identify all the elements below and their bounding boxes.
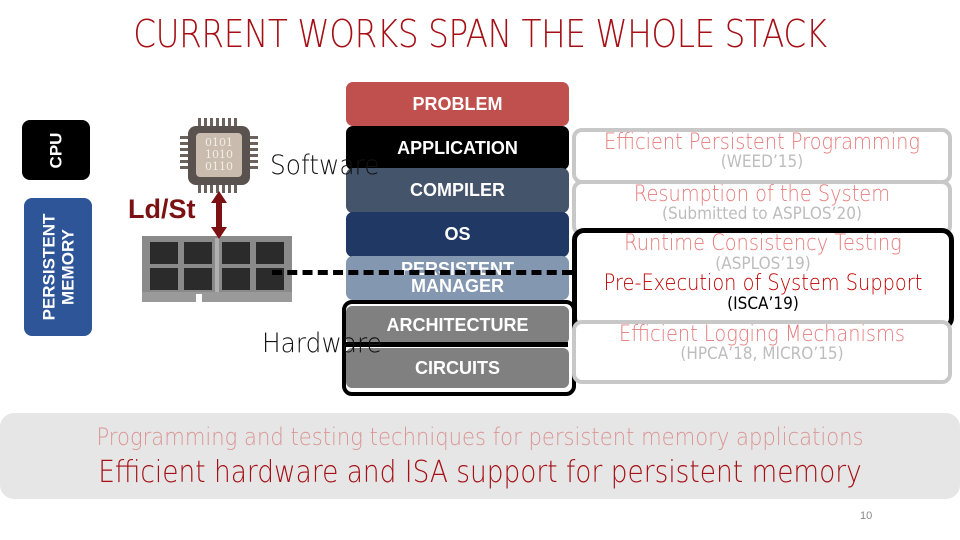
work-title: Efficient Persistent Programming bbox=[604, 130, 920, 155]
layer-architecture-label: ARCHITECTURE bbox=[386, 314, 529, 335]
work-title: Efficient Logging Mechanisms bbox=[619, 322, 905, 347]
work-venue: (Submitted to ASPLOS’20) bbox=[662, 204, 862, 224]
cpu-tag-label: CPU bbox=[46, 132, 66, 168]
work-venue: (WEED’15) bbox=[720, 152, 804, 172]
summary-band: Programming and testing techniques for p… bbox=[0, 413, 960, 499]
software-label: Software bbox=[270, 150, 380, 181]
cpu-tag: CPU bbox=[22, 120, 90, 180]
hardware-label: Hardware bbox=[262, 328, 382, 359]
layer-problem: PROBLEM bbox=[346, 82, 569, 126]
layer-application-label: APPLICATION bbox=[397, 137, 518, 158]
layer-circuits-label: CIRCUITS bbox=[415, 357, 500, 378]
persistent-memory-tag-label: PERSISTENT MEMORY bbox=[39, 213, 77, 321]
layer-compiler-label: COMPILER bbox=[409, 180, 505, 200]
layer-os-label: OS bbox=[444, 224, 471, 244]
layer-persistent-manager: PERSISTENT MANAGER bbox=[346, 256, 569, 300]
memory-module-icon bbox=[142, 236, 292, 302]
work-item: Efficient Logging Mechanisms (HPCA’18, M… bbox=[572, 320, 952, 384]
layer-problem-label: PROBLEM bbox=[412, 93, 503, 114]
work-venue: (HPCA’18, MICRO’15) bbox=[680, 344, 844, 364]
bidirectional-arrow-icon bbox=[211, 191, 227, 239]
work-title-highlighted: Pre-Execution of System Support bbox=[603, 271, 923, 296]
highlighted-works-box: Runtime Consistency Testing (ASPLOS’19) … bbox=[572, 228, 954, 330]
persistent-memory-tag: PERSISTENT MEMORY bbox=[24, 198, 92, 336]
page-number: 10 bbox=[860, 510, 873, 522]
work-title: Resumption of the System bbox=[633, 182, 891, 207]
summary-line-software: Programming and testing techniques for p… bbox=[96, 423, 864, 451]
load-store-label: Ld/St bbox=[128, 194, 196, 224]
cpu-chip-icon: 0101 1010 0110 bbox=[180, 118, 258, 193]
slide-title: CURRENT WORKS SPAN THE WHOLE STACK bbox=[133, 12, 827, 56]
work-title: Runtime Consistency Testing bbox=[624, 231, 902, 256]
software-hardware-boundary-line bbox=[272, 270, 572, 275]
chip-bits-3: 0110 bbox=[205, 160, 233, 173]
work-item: Efficient Persistent Programming (WEED’1… bbox=[572, 128, 952, 184]
layer-persistent-manager-label-2: MANAGER bbox=[411, 276, 504, 296]
work-venue-highlighted: (ISCA’19) bbox=[727, 294, 799, 314]
summary-line-hardware: Efficient hardware and ISA support for p… bbox=[98, 455, 862, 490]
layer-os: OS bbox=[346, 212, 569, 257]
